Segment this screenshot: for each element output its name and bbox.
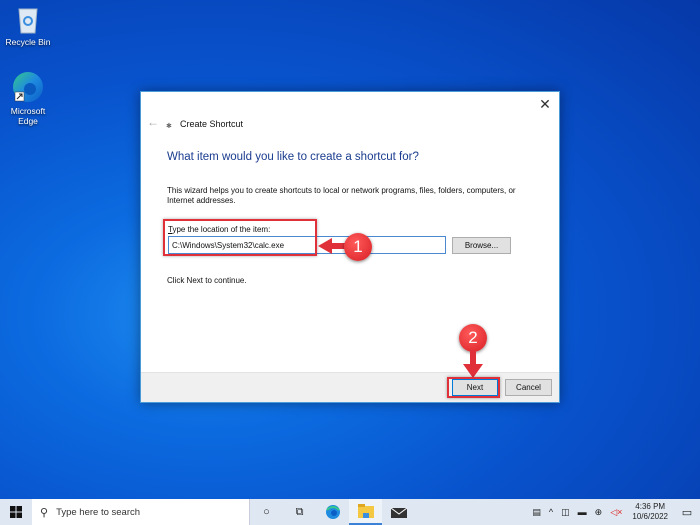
desktop-icon-edge[interactable]: Microsoft Edge [0, 70, 56, 126]
search-icon: ⚲ [40, 506, 49, 519]
clock-time: 4:36 PM [635, 502, 666, 511]
wizard-heading: What item would you like to create a sho… [167, 151, 419, 163]
meet-now-icon[interactable]: ◫ [561, 507, 570, 518]
chevron-up-icon[interactable]: ^ [549, 507, 553, 517]
cortana-button[interactable]: ○ [250, 499, 283, 525]
browse-button[interactable]: Browse... [452, 237, 511, 254]
wizard-description: This wizard helps you to create shortcut… [167, 186, 516, 205]
cancel-button[interactable]: Cancel [505, 379, 552, 396]
system-tray: ▤ ^ ◫ ▬ ⊕ ◁× 4:36 PM 10/6/2022 ▭ [528, 499, 700, 525]
clock[interactable]: 4:36 PM 10/6/2022 [632, 502, 668, 522]
search-placeholder: Type here to search [56, 506, 141, 518]
task-view-icon: ⧉ [295, 505, 304, 518]
mail-icon [390, 507, 407, 518]
arrow-down-icon [463, 350, 483, 378]
notification-center-icon[interactable]: ▭ [674, 506, 700, 519]
desktop-icon-recycle-bin[interactable]: Recycle Bin [0, 5, 56, 47]
step-1-badge: 1 [344, 233, 372, 261]
recycle-bin-icon [18, 8, 38, 34]
desktop-icon-label: Recycle Bin [5, 37, 51, 47]
edge-icon [13, 72, 43, 102]
folder-icon [357, 504, 374, 518]
taskbar-mail[interactable] [382, 499, 415, 525]
cortana-icon: ○ [263, 506, 270, 518]
dialog-title: Create Shortcut [180, 119, 244, 129]
taskbar-edge[interactable] [316, 499, 349, 525]
news-widget-icon[interactable]: ▤ [532, 507, 541, 518]
highlight-location-field [163, 219, 317, 256]
volume-muted-icon[interactable]: ◁× [610, 507, 622, 518]
edge-icon [325, 505, 340, 519]
taskbar: ⚲ Type here to search ○ ⧉ ▤ ^ ◫ ▬ ⊕ ◁× 4… [0, 499, 700, 525]
step-2-badge: 2 [459, 324, 487, 352]
taskbar-file-explorer[interactable] [349, 499, 382, 525]
clock-date: 10/6/2022 [632, 512, 668, 521]
highlight-next-button [447, 377, 500, 398]
desktop-icon-label: Microsoft Edge [10, 106, 46, 126]
close-button[interactable]: ✕ [537, 96, 553, 112]
wizard-icon: ✱ [166, 123, 172, 130]
hint-text: Click Next to continue. [167, 276, 247, 285]
taskbar-search-box[interactable]: ⚲ Type here to search [32, 499, 250, 525]
start-button[interactable] [0, 499, 32, 525]
network-icon[interactable]: ⊕ [595, 507, 603, 518]
back-button[interactable]: ← [147, 115, 159, 129]
windows-logo-icon [10, 506, 22, 518]
battery-icon[interactable]: ▬ [578, 507, 587, 517]
task-view-button[interactable]: ⧉ [283, 499, 316, 525]
